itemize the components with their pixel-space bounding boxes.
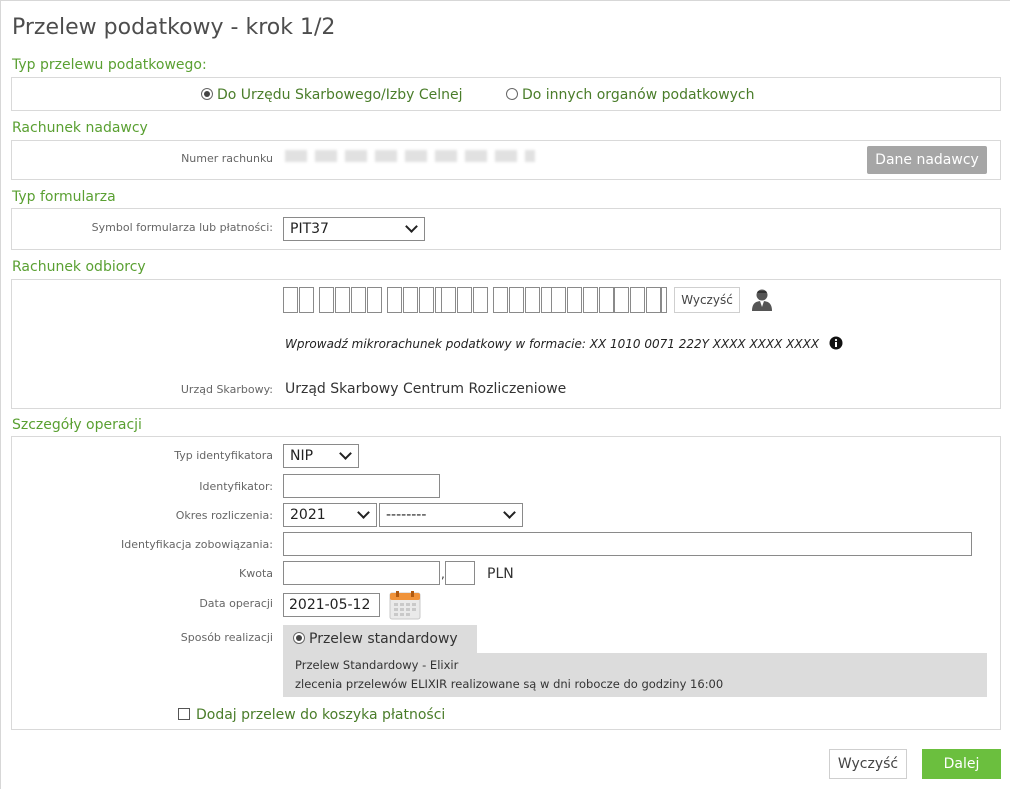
section-transfer-type: Typ przelewu podatkowego: bbox=[12, 57, 207, 73]
account-digit-box[interactable] bbox=[387, 287, 402, 313]
account-digit-box[interactable] bbox=[319, 287, 334, 313]
chevron-down-icon bbox=[405, 220, 418, 233]
account-number-value-blurred bbox=[285, 150, 535, 162]
account-digit-box[interactable] bbox=[583, 287, 598, 313]
id-type-value: NIP bbox=[290, 448, 314, 464]
currency-label: PLN bbox=[487, 566, 514, 582]
form-symbol-value: PIT37 bbox=[290, 221, 329, 237]
add-to-basket-checkbox[interactable]: Dodaj przelew do koszyka płatności bbox=[178, 707, 445, 723]
account-digit-box[interactable] bbox=[525, 287, 540, 313]
account-digit-box[interactable] bbox=[457, 287, 472, 313]
account-number-label: Numer rachunku bbox=[181, 152, 273, 165]
date-value: 2021-05-12 bbox=[289, 597, 371, 613]
method-option: Przelew standardowy bbox=[293, 631, 458, 647]
account-digit-box[interactable] bbox=[551, 287, 566, 313]
section-operation-details: Szczegóły operacji bbox=[12, 417, 142, 433]
account-digit-box[interactable] bbox=[299, 287, 314, 313]
account-digit-box[interactable] bbox=[367, 287, 382, 313]
period-sub-select[interactable]: -------- bbox=[379, 503, 523, 527]
info-icon[interactable] bbox=[829, 336, 843, 350]
tax-office-value: Urząd Skarbowy Centrum Rozliczeniowe bbox=[285, 381, 567, 397]
radio-other-authorities[interactable]: Do innych organów podatkowych bbox=[506, 87, 755, 103]
account-digit-box[interactable] bbox=[630, 287, 645, 313]
account-digit-box[interactable] bbox=[567, 287, 582, 313]
tax-office-label: Urząd Skarbowy: bbox=[180, 383, 273, 396]
period-year-value: 2021 bbox=[290, 507, 326, 523]
obligation-input[interactable] bbox=[283, 532, 972, 556]
method-tab[interactable]: Przelew standardowy bbox=[283, 625, 477, 653]
amount-label: Kwota bbox=[239, 567, 273, 580]
account-digit-box[interactable] bbox=[283, 287, 298, 313]
account-digit-box[interactable] bbox=[599, 287, 614, 313]
account-digit-box[interactable] bbox=[473, 287, 488, 313]
person-lookup-icon[interactable] bbox=[750, 288, 774, 312]
section-form-type: Typ formularza bbox=[12, 189, 116, 205]
account-digit-box[interactable] bbox=[614, 287, 629, 313]
radio-checked-icon bbox=[293, 632, 305, 644]
account-digit-box[interactable] bbox=[403, 287, 418, 313]
chevron-down-icon bbox=[503, 506, 516, 519]
calendar-icon[interactable] bbox=[388, 589, 422, 621]
sender-data-button[interactable]: Dane nadawcy bbox=[867, 146, 987, 174]
date-label: Data operacji bbox=[199, 597, 273, 610]
period-sub-value: -------- bbox=[386, 507, 427, 523]
account-digit-box[interactable] bbox=[661, 287, 667, 313]
identifier-input[interactable] bbox=[283, 474, 440, 498]
page-title: Przelew podatkowy - krok 1/2 bbox=[12, 15, 336, 40]
chevron-down-icon bbox=[339, 447, 352, 460]
account-digit-box[interactable] bbox=[509, 287, 524, 313]
radio-unchecked-icon bbox=[506, 88, 518, 100]
next-button[interactable]: Dalej bbox=[922, 749, 1001, 779]
method-description-text: zlecenia przelewów ELIXIR realizowane są… bbox=[295, 677, 724, 691]
radio-checked-icon bbox=[201, 88, 213, 100]
chevron-down-icon bbox=[357, 506, 370, 519]
account-digit-box[interactable] bbox=[493, 287, 508, 313]
micro-account-hint: Wprowadź mikrorachunek podatkowy w forma… bbox=[285, 337, 820, 351]
account-digit-box[interactable] bbox=[335, 287, 350, 313]
checkbox-icon bbox=[178, 708, 190, 720]
method-label: Sposób realizacji bbox=[180, 631, 273, 644]
add-to-basket-label: Dodaj przelew do koszyka płatności bbox=[196, 707, 446, 723]
method-description-title: Przelew Standardowy - Elixir bbox=[295, 658, 459, 672]
id-type-label: Typ identyfikatora bbox=[174, 449, 273, 462]
account-digit-box[interactable] bbox=[441, 287, 456, 313]
section-recipient-account: Rachunek odbiorcy bbox=[12, 259, 146, 275]
account-digit-box[interactable] bbox=[646, 287, 661, 313]
account-digit-box[interactable] bbox=[351, 287, 366, 313]
identifier-label: Identyfikator: bbox=[199, 480, 273, 493]
period-label: Okres rozliczenia: bbox=[175, 509, 273, 522]
account-digit-box[interactable] bbox=[419, 287, 434, 313]
form-symbol-label: Symbol formularza lub płatności: bbox=[91, 221, 273, 234]
clear-button[interactable]: Wyczyść bbox=[829, 749, 907, 779]
method-description-panel: Przelew Standardowy - Elixir zlecenia pr… bbox=[283, 653, 987, 697]
amount-whole-input[interactable] bbox=[283, 561, 440, 585]
id-type-select[interactable]: NIP bbox=[283, 444, 359, 468]
tax-transfer-page: Przelew podatkowy - krok 1/2 Typ przelew… bbox=[0, 0, 1010, 789]
obligation-label: Identyfikacja zobowiązania: bbox=[121, 538, 273, 551]
radio-tax-office-label: Do Urzędu Skarbowego/Izby Celnej bbox=[217, 87, 463, 103]
method-option-label: Przelew standardowy bbox=[309, 631, 458, 647]
radio-tax-office[interactable]: Do Urzędu Skarbowego/Izby Celnej bbox=[201, 87, 463, 103]
form-symbol-select[interactable]: PIT37 bbox=[283, 217, 425, 241]
period-year-select[interactable]: 2021 bbox=[283, 503, 377, 527]
radio-other-authorities-label: Do innych organów podatkowych bbox=[522, 87, 755, 103]
amount-cents-input[interactable] bbox=[445, 561, 475, 585]
recipient-clear-button[interactable]: Wyczyść bbox=[674, 287, 740, 313]
section-sender-account: Rachunek nadawcy bbox=[12, 120, 148, 136]
date-input[interactable]: 2021-05-12 bbox=[283, 593, 380, 617]
